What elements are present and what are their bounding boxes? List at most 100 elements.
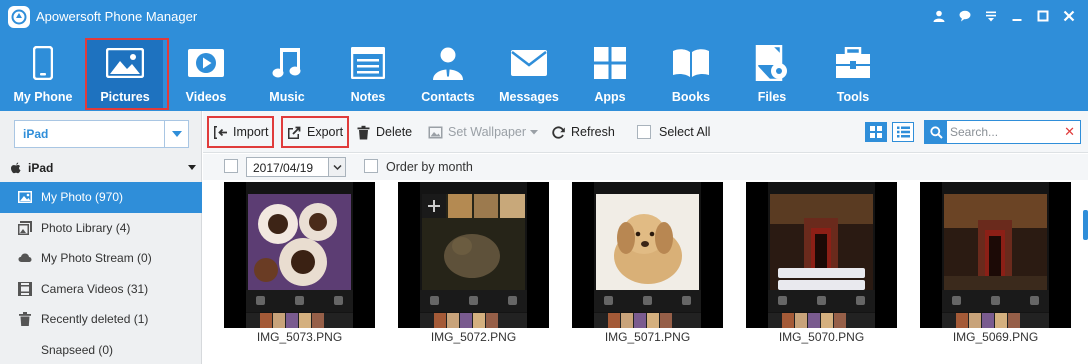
sidebar-item-label: Snapseed (0)	[41, 342, 114, 357]
photo-gallery: IMG_5073.PNG IMG_5072.PNG IMG_5071.PNG I…	[203, 180, 1088, 364]
envelope-icon	[511, 50, 547, 76]
phone-icon	[33, 46, 53, 80]
photo-icon	[18, 191, 32, 204]
grid-view-icon	[870, 126, 882, 138]
order-by-month-checkbox[interactable]	[364, 159, 378, 173]
clear-search-icon[interactable]: ✕	[1064, 124, 1075, 140]
photo-caption: IMG_5071.PNG	[604, 330, 691, 344]
search-input[interactable]	[950, 124, 1060, 140]
export-button[interactable]: Export	[280, 116, 350, 148]
chevron-down-icon[interactable]	[164, 121, 188, 147]
nav-notes[interactable]: Notes	[330, 40, 406, 108]
device-dropdown[interactable]: iPad	[14, 120, 189, 148]
nav-pictures[interactable]: Pictures	[85, 38, 169, 110]
set-wallpaper-label: Set Wallpaper	[448, 125, 527, 139]
refresh-button[interactable]: Refresh	[551, 120, 615, 144]
minimize-icon[interactable]	[1004, 6, 1030, 26]
nav-videos[interactable]: Videos	[168, 40, 244, 108]
refresh-icon	[552, 125, 565, 139]
import-button[interactable]: Import	[206, 116, 275, 148]
apple-icon	[11, 162, 21, 174]
nav-contacts[interactable]: Contacts	[410, 40, 486, 108]
list-view-button[interactable]	[892, 122, 914, 142]
collapse-triangle-icon[interactable]	[188, 165, 196, 174]
nav-apps[interactable]: Apps	[572, 40, 648, 108]
nav-books[interactable]: Books	[653, 40, 729, 108]
nav-label: Notes	[350, 90, 386, 104]
order-by-month-label: Order by month	[386, 160, 473, 174]
export-icon	[288, 126, 301, 139]
sidebar-item-label: Recently deleted (1)	[41, 312, 149, 327]
sidebar-item-snapseed[interactable]: Snapseed (0)	[0, 335, 202, 364]
nav-music[interactable]: Music	[249, 40, 325, 108]
photo-thumbnail[interactable]	[746, 182, 897, 328]
chevron-down-icon	[530, 130, 539, 135]
sidebar-item-recently-deleted[interactable]: Recently deleted (1)	[0, 304, 202, 335]
sidebar-item-photo-stream[interactable]: My Photo Stream (0)	[0, 243, 202, 274]
file-gear-icon	[755, 45, 787, 81]
toolbox-icon	[836, 47, 870, 78]
nav-label: Files	[757, 90, 787, 104]
photo-caption: IMG_5073.PNG	[256, 330, 343, 344]
list-view-icon	[896, 126, 910, 138]
notes-icon	[351, 47, 385, 79]
close-icon[interactable]	[1056, 6, 1082, 26]
date-value: 2017/04/19	[253, 161, 314, 175]
photo-thumbnail[interactable]	[224, 182, 375, 328]
sidebar-item-label: My Photo Stream (0)	[41, 251, 152, 266]
sidebar-item-my-photo[interactable]: My Photo (970)	[0, 182, 202, 213]
title-bar: Apowersoft Phone Manager	[0, 0, 1088, 34]
nav-tools[interactable]: Tools	[815, 40, 891, 108]
delete-label: Delete	[376, 125, 413, 139]
nav-label: Music	[269, 90, 305, 104]
book-icon	[673, 49, 709, 77]
photo-caption: IMG_5069.PNG	[952, 330, 1039, 344]
music-note-icon	[272, 48, 301, 78]
film-icon	[18, 281, 32, 296]
sidebar-item-label: Camera Videos (31)	[41, 281, 149, 296]
maximize-icon[interactable]	[1030, 6, 1056, 26]
user-icon[interactable]	[926, 6, 952, 26]
nav-label: Tools	[836, 90, 870, 104]
grid-view-button[interactable]	[865, 122, 887, 142]
wallpaper-icon	[428, 126, 443, 138]
nav-my-phone[interactable]: My Phone	[5, 40, 81, 108]
delete-button[interactable]: Delete	[356, 120, 412, 144]
filter-bar: 2017/04/19 Order by month	[203, 154, 1088, 180]
nav-label: Apps	[594, 90, 626, 104]
sidebar-item-photo-library[interactable]: Photo Library (4)	[0, 213, 202, 244]
date-filter-checkbox[interactable]	[224, 159, 238, 173]
nav-label: Books	[671, 90, 711, 104]
photo-caption: IMG_5072.PNG	[430, 330, 517, 344]
search-box: ✕	[924, 120, 1081, 144]
photo-caption: IMG_5070.PNG	[778, 330, 865, 344]
select-all-label: Select All	[659, 125, 711, 139]
select-all-checkbox[interactable]	[637, 125, 651, 139]
chevron-down-icon[interactable]	[328, 158, 345, 176]
sidebar-item-camera-videos[interactable]: Camera Videos (31)	[0, 274, 202, 305]
gallery-scrollbar[interactable]	[1083, 210, 1088, 240]
app-logo-icon	[8, 6, 30, 28]
import-label: Import	[233, 125, 269, 139]
photo-thumbnail[interactable]	[572, 182, 723, 328]
device-dropdown-value: iPad	[23, 127, 49, 141]
photo-library-icon	[18, 220, 32, 235]
feedback-icon[interactable]	[952, 6, 978, 26]
window-controls	[926, 6, 1082, 26]
device-header[interactable]: iPad	[0, 156, 202, 180]
toolbar: Import Export Delete Set Wallpaper Refre…	[203, 111, 1088, 153]
nav-messages[interactable]: Messages	[491, 40, 567, 108]
menu-icon[interactable]	[978, 6, 1004, 26]
select-all-button[interactable]: Select All	[637, 120, 710, 144]
album-list: My Photo (970) Photo Library (4) My Phot…	[0, 182, 202, 364]
photo-thumbnail[interactable]	[398, 182, 549, 328]
photo-thumbnail[interactable]	[920, 182, 1071, 328]
sidebar-item-label: Photo Library (4)	[41, 220, 131, 235]
nav-label: Pictures	[100, 90, 150, 104]
set-wallpaper-button[interactable]: Set Wallpaper	[428, 120, 539, 144]
search-icon[interactable]	[925, 121, 947, 143]
date-picker[interactable]: 2017/04/19	[246, 157, 346, 177]
nav-files[interactable]: Files	[734, 40, 810, 108]
trash-icon	[19, 312, 31, 327]
sidebar-item-label: My Photo (970)	[41, 190, 124, 205]
